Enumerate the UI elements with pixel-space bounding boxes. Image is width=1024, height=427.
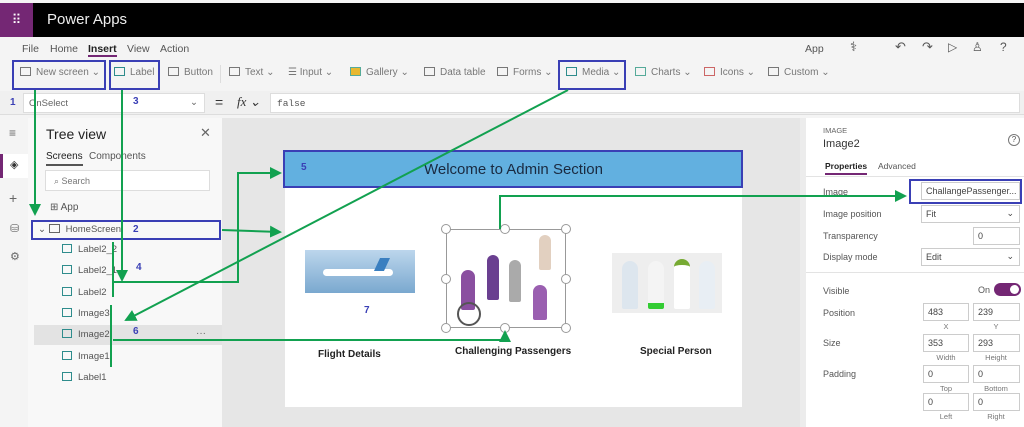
annotation-number-7: 7	[364, 305, 370, 316]
annotation-number-4: 4	[136, 262, 142, 273]
annotation-number-6: 6	[133, 326, 139, 337]
arrow-labels-to-header	[112, 173, 280, 297]
annotation-number-5: 5	[301, 162, 307, 173]
annotation-number-3: 3	[133, 96, 139, 107]
arrow-image-to-property	[499, 190, 907, 229]
annotation-number-2: 2	[133, 224, 139, 235]
arrow-homescreen-to-canvas	[221, 225, 282, 238]
annotation-number-1: 1	[10, 97, 16, 108]
annotation-arrows	[29, 89, 907, 367]
arrow-image2-to-canvas	[110, 305, 505, 367]
arrow-media-to-image3	[124, 89, 569, 321]
